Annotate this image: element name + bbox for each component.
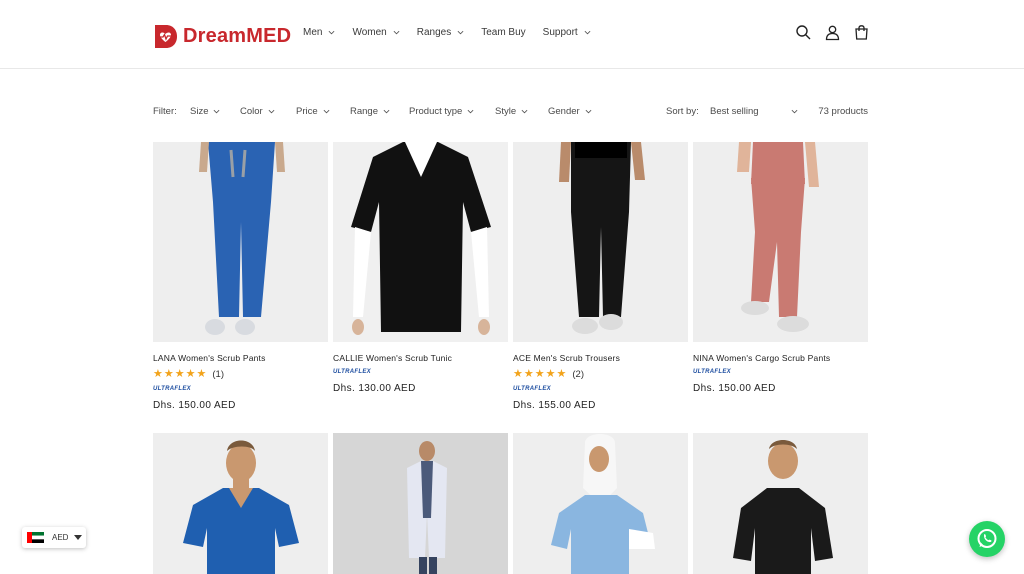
filter-product-type[interactable]: Product type — [409, 106, 474, 117]
chevron-down-icon — [268, 109, 275, 114]
rating-count: (1) — [212, 369, 224, 380]
nav-item-ranges[interactable]: Ranges — [417, 27, 464, 38]
product-card[interactable]: CALLIE Women's Scrub Tunic ULTRAFLEX Dhs… — [333, 142, 508, 394]
product-card[interactable]: NINA Women's Cargo Scrub Pants ULTRAFLEX… — [693, 142, 868, 394]
product-card[interactable]: LANA Women's Scrub Pants ★ ★ ★ ★ ★ (1) U… — [153, 142, 328, 411]
chevron-down-icon — [329, 30, 335, 35]
account-icon[interactable] — [824, 24, 841, 41]
facet-label: Price — [296, 106, 318, 117]
rating-count: (2) — [572, 369, 584, 380]
facet-label: Product type — [409, 106, 463, 117]
product-image[interactable] — [333, 433, 508, 574]
brand-logo: ULTRAFLEX — [513, 386, 551, 392]
star-icon: ★ — [545, 368, 556, 380]
brand-logo: ULTRAFLEX — [693, 369, 731, 375]
sort-label: Sort by: — [666, 106, 699, 117]
product-image[interactable] — [513, 433, 688, 574]
nav-label: Team Buy — [481, 27, 526, 38]
product-price: Dhs. 155.00 AED — [513, 400, 596, 411]
chevron-down-icon — [323, 109, 330, 114]
product-rating: ★ ★ ★ ★ ★ (1) — [153, 368, 328, 381]
filter-price[interactable]: Price — [296, 106, 330, 117]
nav-label: Ranges — [416, 27, 452, 38]
product-count: 73 products — [818, 106, 868, 117]
product-price: Dhs. 130.00 AED — [333, 383, 416, 394]
product-title[interactable]: ACE Men's Scrub Trousers — [513, 353, 688, 363]
nav-label: Men — [303, 27, 323, 38]
logo[interactable]: DreamMED — [153, 23, 291, 50]
chevron-down-icon — [393, 30, 400, 35]
nav-label: Support — [542, 27, 578, 38]
whatsapp-icon — [977, 529, 997, 548]
product-image[interactable] — [693, 433, 868, 574]
product-price: Dhs. 150.00 AED — [153, 400, 236, 411]
chevron-down-icon — [791, 109, 798, 114]
star-icon: ★ — [163, 368, 174, 380]
nav-item-support[interactable]: Support — [543, 27, 591, 38]
product-card[interactable]: ACE Men's Scrub Trousers ★ ★ ★ ★ ★ (2) U… — [513, 142, 688, 411]
product-card[interactable] — [333, 433, 508, 574]
currency-code: AED — [52, 533, 69, 542]
star-icon: ★ — [513, 368, 523, 380]
product-card[interactable] — [153, 433, 328, 574]
product-price: Dhs. 150.00 AED — [693, 383, 776, 394]
search-icon[interactable] — [795, 24, 812, 41]
chevron-down-icon — [584, 30, 591, 35]
facet-label: Color — [240, 106, 263, 117]
filter-range[interactable]: Range — [350, 106, 390, 117]
facet-label: Range — [350, 106, 378, 117]
nav-item-team-buy[interactable]: Team Buy — [481, 27, 525, 38]
filter-gender[interactable]: Gender — [548, 106, 592, 117]
cart-icon[interactable] — [853, 24, 870, 41]
chevron-down-icon — [467, 109, 474, 114]
product-image[interactable] — [153, 142, 328, 342]
star-icon: ★ — [556, 368, 567, 380]
facet-label: Style — [495, 106, 517, 117]
sort-value: Best selling — [710, 106, 759, 117]
currency-selector[interactable]: AED — [22, 527, 86, 548]
product-title[interactable]: LANA Women's Scrub Pants — [153, 353, 328, 363]
star-icon: ★ — [196, 368, 207, 380]
filter-size[interactable]: Size — [190, 106, 220, 117]
chevron-down-icon — [214, 109, 220, 114]
product-title[interactable]: NINA Women's Cargo Scrub Pants — [693, 353, 868, 363]
facet-filters: Filter: Size Color Price Range Product t… — [153, 106, 868, 120]
star-icon: ★ — [153, 368, 163, 380]
product-title[interactable]: CALLIE Women's Scrub Tunic — [333, 353, 508, 363]
nav-item-men[interactable]: Men — [303, 27, 335, 38]
caret-down-icon — [74, 535, 83, 540]
nav-label: Women — [352, 27, 387, 38]
star-icon: ★ — [534, 368, 545, 380]
header-actions — [795, 24, 870, 41]
filter-label: Filter: — [153, 106, 177, 117]
star-icon: ★ — [185, 368, 196, 380]
product-image[interactable] — [153, 433, 328, 574]
brand-logo: ULTRAFLEX — [333, 369, 371, 375]
heart-pulse-logo-icon — [155, 25, 177, 48]
brand-logo: ULTRAFLEX — [153, 386, 191, 392]
product-rating: ★ ★ ★ ★ ★ (2) — [513, 368, 688, 381]
brand-name: DreamMED — [183, 25, 292, 47]
star-icon: ★ — [523, 368, 534, 380]
product-image[interactable] — [333, 142, 508, 342]
filter-color[interactable]: Color — [240, 106, 275, 117]
chevron-down-icon — [585, 109, 592, 114]
facet-label: Size — [190, 106, 209, 117]
site-header: DreamMED Men Women Ranges Team Buy Suppo… — [0, 0, 1024, 69]
chevron-down-icon — [457, 30, 464, 35]
sort-select[interactable]: Best selling — [710, 106, 798, 117]
product-image[interactable] — [513, 142, 688, 342]
star-icon: ★ — [174, 368, 185, 380]
facet-label: Gender — [548, 106, 580, 117]
main-nav: Men Women Ranges Team Buy Support — [303, 27, 608, 38]
uae-flag-icon — [27, 532, 44, 543]
chevron-down-icon — [383, 109, 390, 114]
whatsapp-button[interactable] — [969, 521, 1005, 557]
nav-item-women[interactable]: Women — [352, 27, 400, 38]
product-image[interactable] — [693, 142, 868, 342]
product-card[interactable] — [693, 433, 868, 574]
product-card[interactable] — [513, 433, 688, 574]
filter-style[interactable]: Style — [495, 106, 528, 117]
chevron-down-icon — [521, 109, 528, 114]
